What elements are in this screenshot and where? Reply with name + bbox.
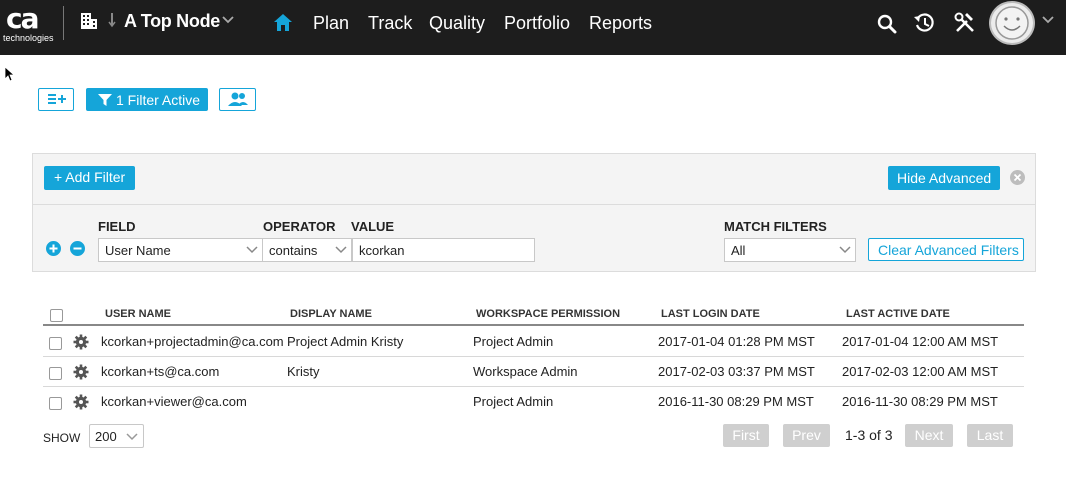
cell-last-login: 2017-02-03 03:37 PM MST [658, 364, 815, 379]
gear-icon[interactable] [73, 334, 89, 350]
cell-display-name: Kristy [287, 364, 320, 379]
gear-icon[interactable] [73, 364, 89, 380]
column-picker-button[interactable] [38, 88, 74, 111]
chevron-down-icon [335, 246, 347, 254]
chevron-down-icon[interactable] [1042, 14, 1054, 26]
match-filters-select[interactable]: All [724, 238, 856, 262]
history-icon[interactable] [913, 12, 936, 35]
row-checkbox[interactable] [49, 397, 62, 410]
operator-select[interactable]: contains [262, 238, 352, 262]
nav-plan[interactable]: Plan [313, 13, 349, 34]
cell-user-name[interactable]: kcorkan+projectadmin@ca.com [101, 334, 284, 349]
cell-user-name[interactable]: kcorkan+ts@ca.com [101, 364, 219, 379]
row-checkbox[interactable] [49, 337, 62, 350]
users-icon [228, 92, 248, 106]
header-divider [43, 324, 1024, 326]
chevron-down-icon [839, 246, 851, 254]
close-icon[interactable] [1010, 170, 1025, 185]
table-row[interactable]: kcorkan+projectadmin@ca.com Project Admi… [43, 327, 1024, 357]
cell-last-login: 2016-11-30 08:29 PM MST [658, 394, 814, 409]
field-select[interactable]: User Name [98, 238, 263, 262]
nav-portfolio[interactable]: Portfolio [504, 13, 570, 34]
row-checkbox[interactable] [49, 367, 62, 380]
prev-page-button[interactable]: Prev [783, 424, 830, 447]
logo-text: ca [6, 2, 39, 35]
column-header-display-name[interactable]: DISPLAY NAME [290, 308, 372, 320]
page-size-label: SHOW [43, 431, 81, 445]
first-page-button[interactable]: First [723, 424, 769, 447]
cell-user-name[interactable]: kcorkan+viewer@ca.com [101, 394, 247, 409]
gear-icon[interactable] [73, 394, 89, 410]
building-icon[interactable] [80, 12, 98, 30]
filter-active-label: 1 Filter Active [116, 92, 201, 108]
chevron-down-icon [246, 246, 258, 254]
tools-icon[interactable] [954, 12, 976, 34]
next-page-button[interactable]: Next [905, 424, 953, 447]
cell-last-active: 2017-02-03 12:00 AM MST [842, 364, 999, 379]
match-filters-value: All [731, 243, 746, 258]
nav-reports[interactable]: Reports [589, 13, 652, 34]
remove-row-icon[interactable] [70, 241, 85, 256]
funnel-icon [98, 94, 112, 106]
operator-select-value: contains [269, 243, 318, 258]
select-all-checkbox[interactable] [50, 309, 63, 322]
ca-technologies-logo[interactable]: ca technologies [3, 2, 54, 44]
top-navigation-bar: ca technologies A Top Node Plan Track Qu… [0, 0, 1066, 55]
operator-header: OPERATOR [263, 219, 336, 234]
column-header-user-name[interactable]: USER NAME [105, 308, 171, 320]
cell-permission: Workspace Admin [473, 364, 578, 379]
column-header-workspace-permission[interactable]: WORKSPACE PERMISSION [476, 308, 620, 320]
cell-display-name: Project Admin Kristy [287, 334, 404, 349]
list-add-icon [48, 94, 66, 104]
clear-advanced-filters-button[interactable]: Clear Advanced Filters [868, 238, 1024, 261]
avatar[interactable] [989, 1, 1035, 45]
cell-last-active: 2016-11-30 08:29 PM MST [842, 394, 998, 409]
smiley-face-icon [995, 6, 1029, 40]
panel-divider [33, 204, 1035, 205]
table-row[interactable]: kcorkan+viewer@ca.com Project Admin 2016… [43, 387, 1024, 417]
logo-subtext: technologies [3, 33, 54, 43]
add-filter-button[interactable]: + Add Filter [44, 166, 135, 190]
add-row-icon[interactable] [46, 241, 61, 256]
hide-advanced-button[interactable]: Hide Advanced [888, 166, 1000, 190]
nav-divider [63, 6, 64, 40]
field-select-value: User Name [105, 243, 171, 258]
home-icon[interactable] [274, 14, 292, 31]
last-page-button[interactable]: Last [967, 424, 1013, 447]
users-button[interactable] [219, 88, 256, 111]
column-header-last-active-date[interactable]: LAST ACTIVE DATE [846, 308, 950, 320]
filter-active-button[interactable]: 1 Filter Active [86, 88, 208, 111]
chevron-down-icon[interactable] [222, 14, 234, 26]
mouse-cursor-icon [4, 66, 14, 82]
workspace-node-name[interactable]: A Top Node [124, 11, 220, 32]
search-icon[interactable] [876, 13, 898, 35]
match-filters-header: MATCH FILTERS [724, 219, 827, 234]
down-arrow-icon [108, 13, 116, 28]
chevron-down-icon [126, 433, 138, 441]
cell-permission: Project Admin [473, 394, 554, 409]
cell-last-login: 2017-01-04 01:28 PM MST [658, 334, 815, 349]
cell-permission: Project Admin [473, 334, 554, 349]
advanced-filter-panel: + Add Filter Hide Advanced FIELD OPERATO… [32, 153, 1036, 272]
page-size-select[interactable]: 200 [89, 424, 144, 448]
field-header: FIELD [98, 219, 136, 234]
nav-quality[interactable]: Quality [429, 13, 485, 34]
column-header-last-login-date[interactable]: LAST LOGIN DATE [661, 308, 760, 320]
cell-last-active: 2017-01-04 12:00 AM MST [842, 334, 999, 349]
page-size-value: 200 [95, 429, 117, 444]
table-row[interactable]: kcorkan+ts@ca.com Kristy Workspace Admin… [43, 357, 1024, 387]
nav-track[interactable]: Track [368, 13, 412, 34]
value-input[interactable]: kcorkan [352, 238, 535, 262]
page-info: 1-3 of 3 [845, 427, 893, 443]
value-header: VALUE [351, 219, 395, 234]
